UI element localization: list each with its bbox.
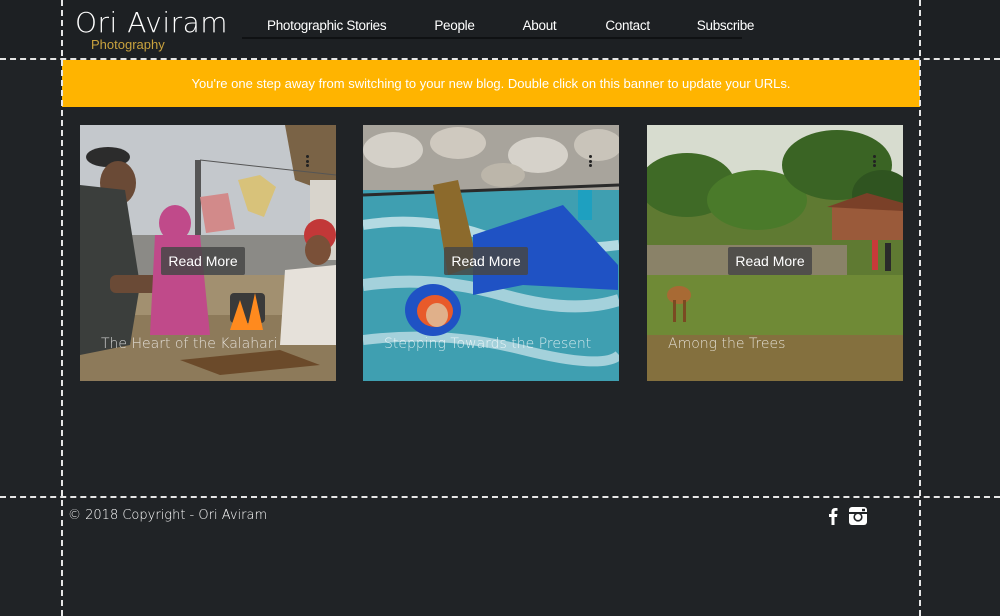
card-title: Among the Trees [668, 336, 786, 352]
card-title: Stepping Towards the Present [384, 336, 592, 352]
guide-line-right [919, 0, 921, 616]
footer-copyright: © 2018 Copyright - Ori Aviram [68, 508, 268, 523]
card-title: The Heart of the Kalahari [101, 336, 278, 352]
read-more-button[interactable]: Read More [161, 247, 245, 275]
blog-switch-banner[interactable]: You're one step away from switching to y… [62, 60, 920, 107]
facebook-icon[interactable] [828, 507, 838, 525]
card-menu-dots[interactable] [873, 155, 876, 167]
logo-name[interactable]: Ori Aviram [75, 6, 228, 39]
read-more-button[interactable]: Read More [728, 247, 812, 275]
logo-subtitle[interactable]: Photography [91, 37, 165, 52]
nav-item-subscribe[interactable]: Subscribe [697, 18, 755, 33]
read-more-button[interactable]: Read More [444, 247, 528, 275]
site-header: Ori Aviram Photography Photographic Stor… [0, 0, 1000, 59]
story-card-kalahari[interactable]: Read More The Heart of the Kalahari [80, 125, 336, 381]
guide-line-footer [0, 496, 1000, 498]
story-card-stepping[interactable]: Read More Stepping Towards the Present [363, 125, 619, 381]
nav-item-about[interactable]: About [523, 18, 557, 33]
guide-line-header [0, 58, 1000, 60]
guide-line-left [61, 0, 63, 616]
instagram-icon[interactable] [849, 507, 867, 525]
nav-item-people[interactable]: People [434, 18, 475, 33]
nav-item-photographic-stories[interactable]: Photographic Stories [267, 18, 387, 33]
main-nav: Photographic Stories People About Contac… [242, 13, 754, 39]
card-menu-dots[interactable] [589, 155, 592, 167]
nav-item-contact[interactable]: Contact [605, 18, 650, 33]
card-menu-dots[interactable] [306, 155, 309, 167]
story-card-trees[interactable]: Read More Among the Trees [647, 125, 903, 381]
